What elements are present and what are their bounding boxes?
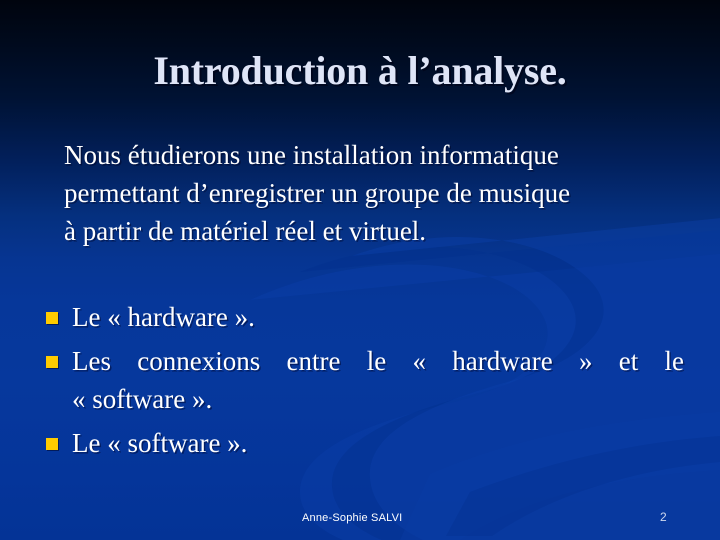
list-item: Les connexions entre le « hardware » et … xyxy=(44,342,684,418)
footer-author: Anne-Sophie SALVI xyxy=(302,512,403,524)
list-item-label-line: « software ». xyxy=(72,384,213,414)
bullet-list: Le « hardware ». Les connexions entre le… xyxy=(44,298,684,462)
list-item-label: Le « hardware ». xyxy=(72,302,255,332)
intro-paragraph: Nous étudierons une installation informa… xyxy=(64,136,664,250)
list-item: Le « hardware ». xyxy=(44,298,684,336)
slide-title: Introduction à l’analyse. xyxy=(153,48,567,93)
presentation-slide: Introduction à l’analyse. Nous étudieron… xyxy=(0,0,720,540)
list-item-label-line: Les connexions entre le « hardware » et … xyxy=(72,346,684,376)
intro-line: à partir de matériel réel et virtuel. xyxy=(64,216,427,246)
square-bullet-icon xyxy=(46,312,58,324)
square-bullet-icon xyxy=(46,438,58,450)
list-item-label: Le « software ». xyxy=(72,428,248,458)
footer-page-number: 2 xyxy=(660,510,667,524)
list-item: Le « software ». xyxy=(44,424,684,462)
intro-line: permettant d’enregistrer un groupe de mu… xyxy=(64,178,571,208)
square-bullet-icon xyxy=(46,356,58,368)
list-item-label: Les connexions entre le « hardware » et … xyxy=(72,342,684,418)
intro-line: Nous étudierons une installation informa… xyxy=(64,140,559,170)
